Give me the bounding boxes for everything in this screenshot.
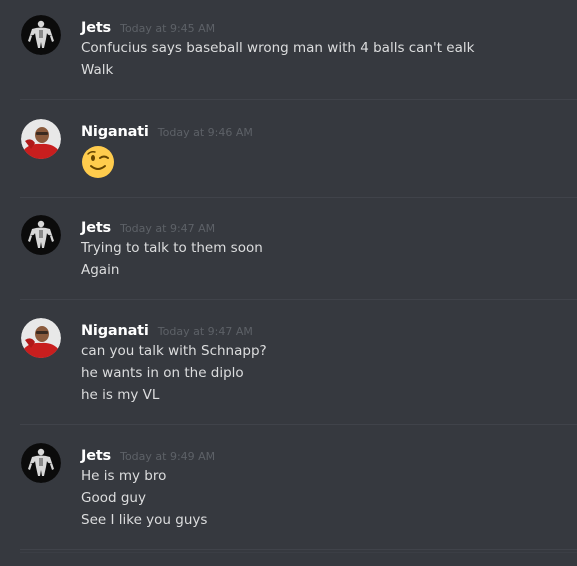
message-divider — [20, 552, 577, 553]
message-divider — [20, 299, 577, 300]
message-text: Confucius says baseball wrong man with 4… — [81, 40, 475, 56]
timestamp: Today at 9:47 AM — [120, 222, 216, 235]
timestamp: Today at 9:49 AM — [120, 450, 216, 463]
timestamp: Today at 9:47 AM — [157, 325, 253, 338]
person-red-shirt-avatar-icon[interactable] — [21, 318, 61, 358]
bodybuilder-avatar-icon[interactable] — [21, 15, 61, 55]
message-divider — [20, 549, 577, 550]
person-red-shirt-avatar-icon[interactable] — [21, 119, 61, 159]
username[interactable]: Jets — [81, 220, 111, 236]
bodybuilder-avatar-icon[interactable] — [21, 443, 61, 483]
message-text: See I like you guys — [81, 512, 208, 528]
username[interactable]: Jets — [81, 20, 111, 36]
message-divider — [20, 99, 577, 100]
username[interactable]: Niganati — [81, 323, 149, 339]
message-divider — [20, 424, 577, 425]
username[interactable]: Niganati — [81, 124, 149, 140]
message-text: Trying to talk to them soon — [81, 240, 263, 256]
message-divider — [20, 197, 577, 198]
timestamp: Today at 9:45 AM — [120, 22, 216, 35]
message-text: Walk — [81, 62, 114, 78]
bodybuilder-avatar-icon[interactable] — [21, 215, 61, 255]
message-text: he is my VL — [81, 387, 160, 403]
username[interactable]: Jets — [81, 448, 111, 464]
message-text: he wants in on the diplo — [81, 365, 244, 381]
chat-message-list: Jets Today at 9:45 AM Confucius says bas… — [0, 0, 577, 566]
timestamp: Today at 9:46 AM — [157, 126, 253, 139]
message-text: Good guy — [81, 490, 146, 506]
winking-face-emoji[interactable] — [81, 145, 115, 179]
message-text: Again — [81, 262, 120, 278]
message-text: can you talk with Schnapp? — [81, 343, 267, 359]
message-text: He is my bro — [81, 468, 167, 484]
